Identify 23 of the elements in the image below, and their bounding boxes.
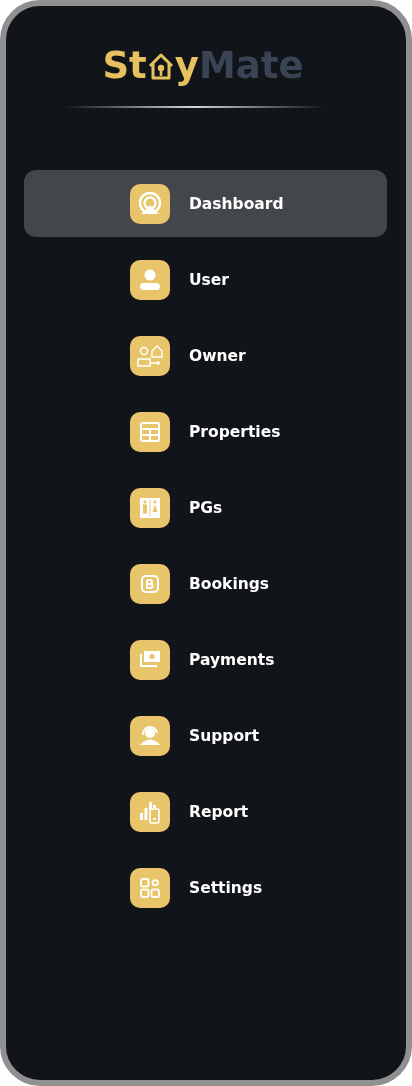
headset-icon: [130, 715, 170, 756]
logo-text: Mate: [198, 44, 304, 88]
menu-item[interactable]: Bookings: [24, 550, 387, 617]
menu-item[interactable]: Properties: [24, 398, 387, 465]
cash-icon: [130, 639, 170, 680]
menu-item[interactable]: Payments: [24, 626, 387, 693]
menu-item[interactable]: Report: [24, 778, 387, 845]
menu-item[interactable]: Support: [24, 702, 387, 769]
menu-item[interactable]: Settings: [24, 854, 387, 921]
logo-text: y: [174, 44, 199, 88]
house-icon: [147, 52, 174, 80]
restroom-icon: [130, 487, 170, 528]
user-icon: [130, 259, 170, 300]
table-icon: [130, 411, 170, 452]
menu-item[interactable]: Dashboard: [24, 170, 387, 237]
grid-gear-icon: [130, 867, 170, 908]
menu-item[interactable]: Owner: [24, 322, 387, 389]
menu-item[interactable]: PGs: [24, 474, 387, 541]
broadcast-icon: [130, 183, 170, 224]
menu-item[interactable]: User: [24, 246, 387, 313]
letter-b-icon: [130, 563, 170, 604]
chart-phone-icon: [130, 791, 170, 832]
logo-text: St: [102, 44, 147, 88]
